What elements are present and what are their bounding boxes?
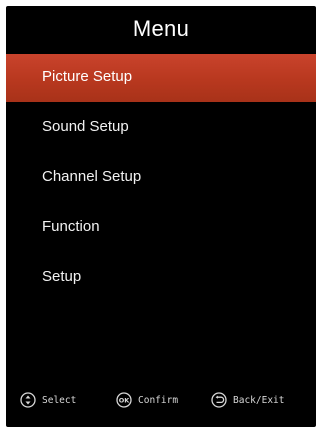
menu-item-setup[interactable]: Setup <box>6 254 316 302</box>
up-down-circle-icon <box>20 392 36 408</box>
menu-item-sound-setup[interactable]: Sound Setup <box>6 104 316 152</box>
hint-confirm-label: Confirm <box>138 394 179 406</box>
menu-item-channel-setup[interactable]: Channel Setup <box>6 154 316 202</box>
hint-select: Select <box>20 388 76 412</box>
hint-select-label: Select <box>42 394 77 406</box>
key-hints-bar: Select OK Confirm Back/Exit <box>6 388 316 412</box>
menu-list: Picture Setup Sound Setup Channel Setup … <box>6 54 316 304</box>
tv-screen: Menu Picture Setup Sound Setup Channel S… <box>0 0 321 433</box>
return-arrow-icon <box>211 392 227 408</box>
ok-circle-icon: OK <box>116 392 132 408</box>
hint-confirm: OK Confirm <box>116 388 178 412</box>
menu-panel: Menu Picture Setup Sound Setup Channel S… <box>6 6 316 427</box>
ok-glyph: OK <box>119 396 131 404</box>
menu-item-picture-setup[interactable]: Picture Setup <box>6 54 316 102</box>
hint-back-label: Back/Exit <box>233 394 285 406</box>
hint-back-exit: Back/Exit <box>211 388 284 412</box>
menu-title: Menu <box>132 16 190 41</box>
menu-item-function[interactable]: Function <box>6 204 316 252</box>
